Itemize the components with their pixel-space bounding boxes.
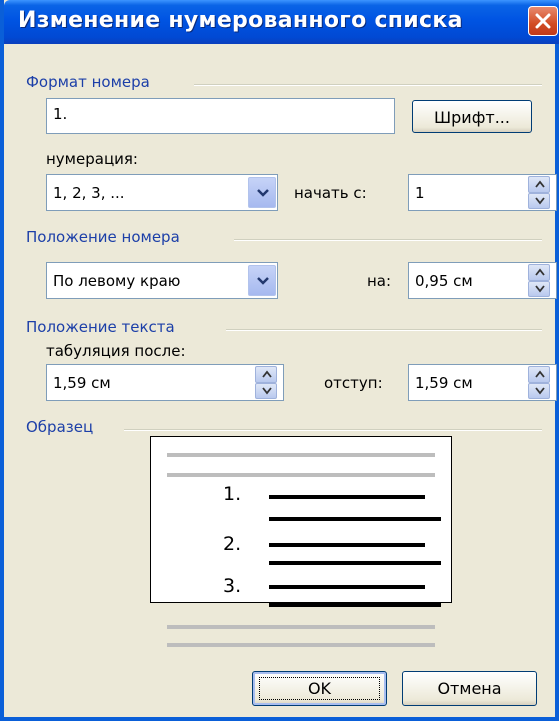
preview-number-1: 1. <box>223 483 242 505</box>
number-alignment-value: По левому краю <box>53 272 181 290</box>
numbering-label: нумерация: <box>46 150 138 168</box>
font-button-label: Шрифт... <box>434 108 510 127</box>
spin-down-icon <box>535 196 545 204</box>
format-group-title: Формат номера <box>26 73 150 91</box>
start-at-spinner[interactable] <box>528 176 550 209</box>
tab-after-value: 1,59 см <box>53 374 111 392</box>
close-button[interactable] <box>528 6 558 36</box>
indent-label: отступ: <box>324 374 383 392</box>
dialog-title: Изменение нумерованного списка <box>18 8 463 33</box>
preview-gray-line <box>167 473 435 477</box>
spin-up-button[interactable] <box>528 264 550 281</box>
number-format-input[interactable]: 1. <box>46 98 395 134</box>
start-at-label: начать с: <box>294 184 367 202</box>
preview-text-line <box>269 543 425 547</box>
preview-number-3: 3. <box>223 575 242 597</box>
spin-up-button[interactable] <box>528 176 550 193</box>
spin-up-button[interactable] <box>528 366 550 383</box>
close-icon <box>535 13 551 29</box>
at-label: на: <box>367 272 392 290</box>
preview-text-line <box>269 585 425 589</box>
indent-spinner[interactable] <box>528 366 550 399</box>
cancel-button[interactable]: Отмена <box>402 671 537 706</box>
number-position-label: Положение номера <box>26 228 180 246</box>
tab-after-label: табуляция после: <box>46 342 186 360</box>
preview-gray-line <box>167 453 435 457</box>
number-position-divider <box>234 239 542 241</box>
spin-up-button[interactable] <box>255 366 277 383</box>
number-at-value: 0,95 см <box>415 272 473 290</box>
start-at-value: 1 <box>415 184 425 202</box>
numbering-style-value: 1, 2, 3, ... <box>53 184 125 202</box>
preview-text-line <box>269 561 441 565</box>
number-alignment-select[interactable]: По левому краю <box>46 262 278 299</box>
numbering-style-select[interactable]: 1, 2, 3, ... <box>46 174 278 211</box>
spin-down-icon <box>535 284 545 292</box>
tab-after-spinner[interactable] <box>255 366 277 399</box>
chevron-down-icon <box>257 277 269 285</box>
chevron-down-icon <box>257 189 269 197</box>
dialog-window: Изменение нумерованного списка Формат но… <box>0 0 559 721</box>
sample-preview: 1. 2. 3. <box>150 436 452 647</box>
spin-down-button[interactable] <box>528 280 550 297</box>
sample-label: Образец <box>26 418 94 436</box>
font-button[interactable]: Шрифт... <box>412 100 532 133</box>
indent-value: 1,59 см <box>415 374 473 392</box>
preview-text-line <box>269 603 441 607</box>
alignment-dropdown-button[interactable] <box>248 265 276 296</box>
preview-text-line <box>269 495 425 499</box>
preview-number-2: 2. <box>223 533 242 555</box>
spin-down-button[interactable] <box>528 192 550 209</box>
ok-button[interactable]: OK <box>252 671 387 706</box>
title-bar[interactable]: Изменение нумерованного списка <box>4 0 559 44</box>
spin-up-icon <box>535 370 545 378</box>
preview-gray-line <box>167 625 435 629</box>
spin-down-button[interactable] <box>528 382 550 399</box>
numbering-dropdown-button[interactable] <box>248 177 276 208</box>
tab-after-input[interactable]: 1,59 см <box>46 364 284 401</box>
spin-up-icon <box>535 268 545 276</box>
ok-button-label: OK <box>307 679 332 698</box>
sample-divider <box>124 429 542 431</box>
spin-down-icon <box>535 386 545 394</box>
text-position-divider <box>226 329 542 331</box>
spin-down-button[interactable] <box>255 382 277 399</box>
text-position-label: Положение текста <box>26 318 175 336</box>
preview-gray-line <box>167 643 435 647</box>
cancel-button-label: Отмена <box>437 679 502 698</box>
format-group-label: Формат номера <box>26 73 150 91</box>
preview-text-line <box>269 517 441 521</box>
number-at-spinner[interactable] <box>528 264 550 297</box>
format-group-divider <box>194 84 542 86</box>
number-format-value: 1. <box>53 105 68 123</box>
spin-up-icon <box>535 180 545 188</box>
spin-down-icon <box>262 386 272 394</box>
spin-up-icon <box>262 370 272 378</box>
